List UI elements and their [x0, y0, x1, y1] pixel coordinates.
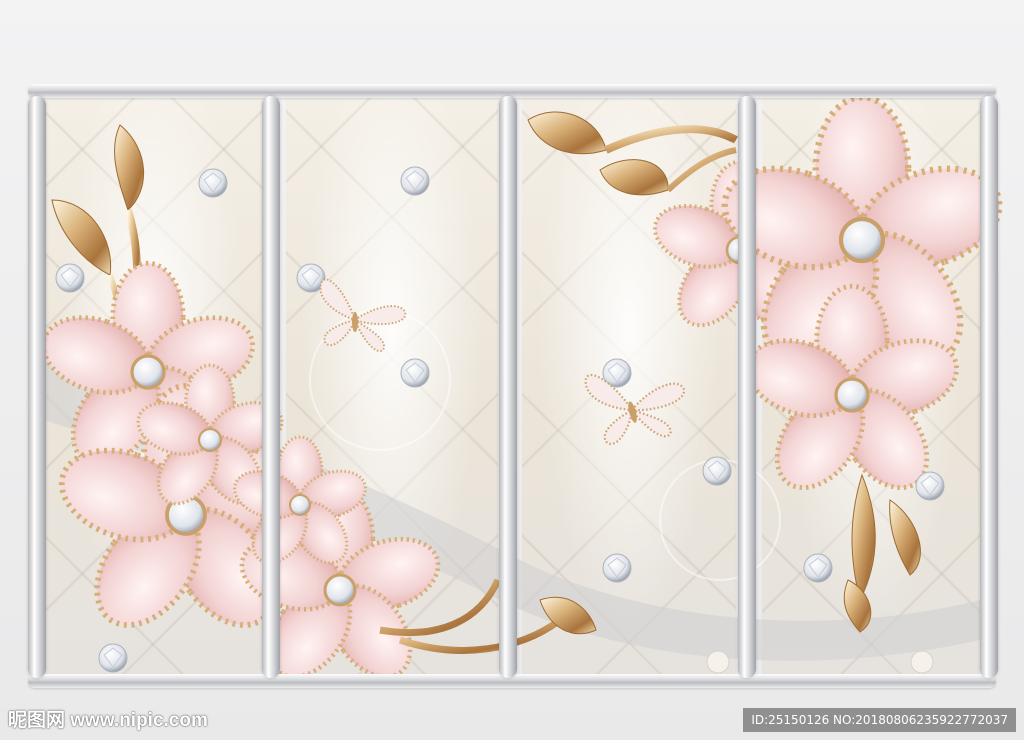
frame-post — [262, 96, 280, 678]
gold-calla-lily-right — [843, 473, 921, 633]
frame-post — [28, 96, 46, 678]
pearl — [910, 650, 934, 674]
site-watermark: 昵图网 www.nipic.com — [8, 710, 208, 731]
pearl — [706, 650, 730, 674]
diamond-stud — [803, 553, 833, 583]
butterfly — [582, 351, 696, 454]
diamond-stud — [702, 456, 732, 486]
image-id-watermark: ID:25150126 NO:20180806235922772037 — [743, 708, 1016, 732]
diamond-stud — [602, 553, 632, 583]
diamond-stud — [400, 358, 430, 388]
gold-calla-lily-top — [527, 111, 738, 196]
butterfly — [319, 278, 407, 353]
diamond-stud — [400, 166, 430, 196]
frame-post — [738, 96, 756, 678]
amber-gem — [55, 263, 85, 293]
frame-post — [499, 96, 517, 678]
diamond-stud — [198, 168, 228, 198]
frame-post — [980, 96, 998, 678]
diamond-stud — [98, 643, 128, 673]
amber-gem — [915, 471, 945, 501]
frame-top-rail — [28, 84, 996, 98]
